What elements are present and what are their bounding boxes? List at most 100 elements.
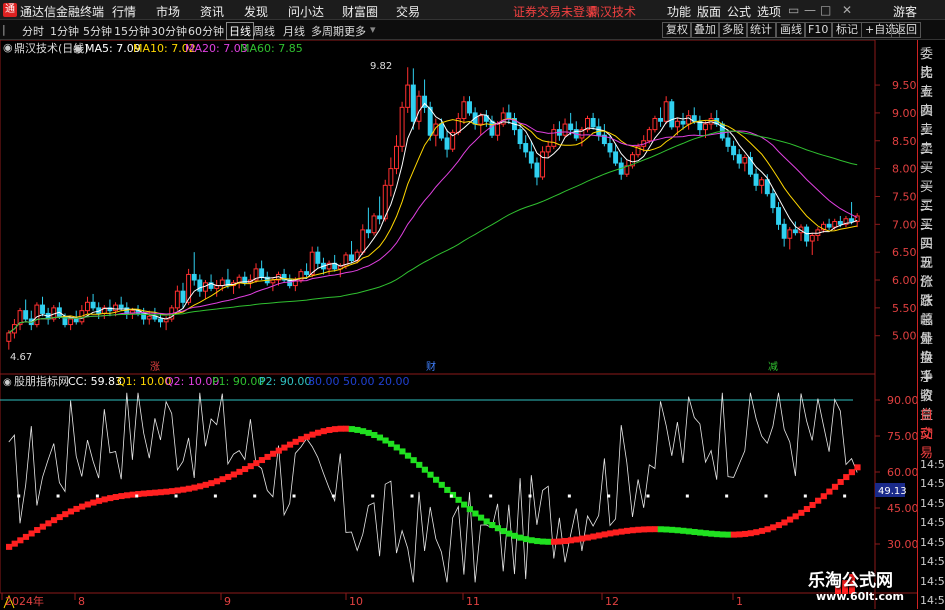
draw-line-button[interactable]: 画线 <box>776 22 806 38</box>
candle <box>753 168 759 191</box>
trend-step <box>792 513 799 520</box>
trend-step <box>258 457 266 464</box>
period-tab-more[interactable]: 更多 <box>344 23 366 39</box>
back-button[interactable]: 返回 <box>891 22 921 38</box>
candle-body <box>113 304 119 312</box>
signal-dot <box>725 494 729 498</box>
candle <box>540 146 546 180</box>
trend-step <box>640 526 648 533</box>
candle-body <box>349 254 354 262</box>
login-status[interactable]: 证券交易未登录 <box>513 3 597 20</box>
period-tab-5min[interactable]: 5分钟 <box>83 23 112 39</box>
candle-body <box>523 143 529 153</box>
guest-label[interactable]: 游客 <box>893 3 917 20</box>
app-name: 通达信金融终端 <box>20 5 105 19</box>
period-tab-monthly[interactable]: 月线 <box>283 23 305 39</box>
period-tab-30min[interactable]: 30分钟 <box>151 23 187 39</box>
menu-item-hangqing[interactable]: 行情 <box>112 3 136 20</box>
candle <box>405 67 411 113</box>
collapse-icon[interactable]: | <box>2 23 6 36</box>
xtick-label: 1 <box>736 595 743 608</box>
main-ytick-label: 6.50 <box>892 246 917 259</box>
close-icon[interactable]: ✕ <box>842 3 852 17</box>
period-tab-weekly[interactable]: 周线 <box>253 23 275 39</box>
minimize-icon[interactable]: ▭ <box>788 3 799 17</box>
candle-body <box>607 143 613 153</box>
candle <box>742 154 748 172</box>
main-ytick-label: 9.50 <box>892 79 917 92</box>
trend-step <box>742 530 749 537</box>
multistock-button[interactable]: 多股 <box>718 22 748 38</box>
candle-body <box>568 123 574 131</box>
menu-item-jiaoyi[interactable]: 交易 <box>396 3 420 20</box>
trend-step <box>157 489 164 496</box>
fuquan-button[interactable]: 复权 <box>662 22 692 38</box>
candle <box>101 305 107 320</box>
candle <box>6 330 12 350</box>
maximize-icon[interactable]: □ <box>820 3 831 17</box>
trend-step <box>494 525 502 532</box>
period-tab-fenshi[interactable]: 分时 <box>22 23 44 39</box>
trend-step <box>393 444 400 451</box>
trend-step <box>668 526 676 533</box>
ma-settings-icon[interactable]: ◉ <box>73 42 83 55</box>
candle-body <box>259 268 265 278</box>
f10-button[interactable]: F10 <box>804 22 833 38</box>
menu-item-gongshi[interactable]: 公式 <box>727 3 751 20</box>
indicator-p1: P1: 90.00 <box>212 375 264 388</box>
period-tab-1min[interactable]: 1分钟 <box>50 23 79 39</box>
menu-item-xuanxiang[interactable]: 选项 <box>757 3 781 20</box>
trend-step <box>674 527 681 534</box>
menu-bar: 通 通达信金融终端 行情 市场 资讯 发现 问小达 财富圈 交易 证券交易未登录… <box>0 0 945 20</box>
menu-item-gongneng[interactable]: 功能 <box>667 3 691 20</box>
menu-item-banmian[interactable]: 版面 <box>697 3 721 20</box>
trend-step <box>326 426 333 433</box>
candle <box>809 232 815 255</box>
menu-item-caifuquan[interactable]: 财富圈 <box>342 3 378 20</box>
event-marker-jian[interactable]: 减 <box>768 361 778 373</box>
candle <box>304 263 310 278</box>
menu-item-zixun[interactable]: 资讯 <box>200 3 224 20</box>
mark-button[interactable]: 标记 <box>832 22 862 38</box>
period-tab-15min[interactable]: 15分钟 <box>114 23 150 39</box>
period-tab-60min[interactable]: 60分钟 <box>188 23 224 39</box>
more-dropdown-icon[interactable]: ▾ <box>370 23 376 36</box>
trend-step <box>275 447 282 454</box>
trend-step <box>646 526 653 533</box>
trend-step <box>382 437 389 444</box>
candle <box>562 118 568 138</box>
rightpanel-time: 14:56 <box>920 516 945 529</box>
chart-area[interactable]: ◉ 鼎汉技术(日线) ◉ MA5: 7.09 MA10: 7.02 MA20: … <box>0 40 917 609</box>
period-tab-daily[interactable]: 日线 <box>226 22 254 40</box>
trend-step <box>50 517 58 524</box>
event-marker-zhang[interactable]: 涨 <box>150 361 160 373</box>
menu-item-shichang[interactable]: 市场 <box>156 3 180 20</box>
candle-body <box>545 145 551 153</box>
menu-item-wenxiaoda[interactable]: 问小达 <box>288 3 324 20</box>
menu-item-faxian[interactable]: 发现 <box>244 3 268 20</box>
trend-step <box>528 537 535 544</box>
period-tab-multi[interactable]: 多周期 <box>311 23 344 39</box>
trend-step <box>837 478 844 485</box>
candle-body <box>461 101 467 119</box>
event-marker-cai[interactable]: 财 <box>426 360 436 373</box>
chart-settings-icon[interactable]: ◉ <box>3 41 13 54</box>
trend-step <box>320 428 327 435</box>
trend-step <box>11 540 18 547</box>
signal-dot <box>449 494 453 498</box>
indicator-settings-icon[interactable]: ◉ <box>3 377 12 388</box>
trend-step <box>56 514 63 521</box>
trend-step <box>107 495 114 502</box>
trend-step <box>719 531 726 538</box>
candle-body <box>703 123 708 131</box>
overlay-button[interactable]: 叠加 <box>690 22 720 38</box>
stats-button[interactable]: 统计 <box>746 22 776 38</box>
indicator-extra-levels: 80.00 50.00 20.00 <box>308 375 409 388</box>
trend-step <box>45 520 52 527</box>
candle <box>394 135 399 175</box>
candle <box>326 260 332 275</box>
restore-icon[interactable]: — <box>804 3 816 17</box>
trend-step <box>34 527 41 534</box>
trend-step <box>770 524 777 531</box>
candle <box>517 124 523 150</box>
